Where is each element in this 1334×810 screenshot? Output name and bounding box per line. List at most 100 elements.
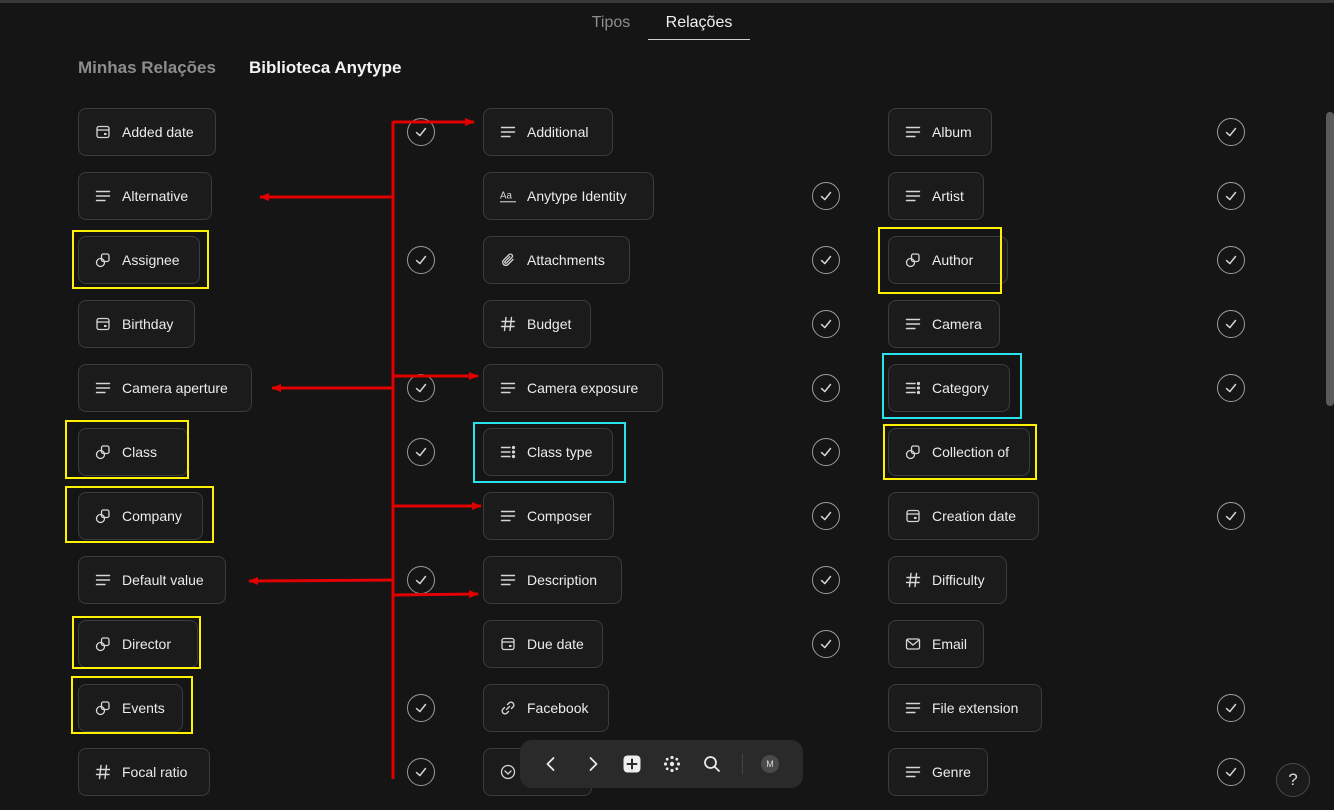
check-circle-icon[interactable] <box>407 374 435 402</box>
relation-chip-difficulty[interactable]: Difficulty <box>888 556 1007 604</box>
check-circle-icon[interactable] <box>812 310 840 338</box>
relation-label: Assignee <box>122 252 180 268</box>
check-circle-icon[interactable] <box>1217 374 1245 402</box>
bottom-navbar: M <box>520 740 803 788</box>
check-circle-icon[interactable] <box>812 374 840 402</box>
relation-chip-birthday[interactable]: Birthday <box>78 300 195 348</box>
relation-label: Genre <box>932 764 971 780</box>
relation-chip-facebook[interactable]: Facebook <box>483 684 609 732</box>
text-lines-icon <box>500 124 516 140</box>
relation-chip-artist[interactable]: Artist <box>888 172 984 220</box>
tab-anytype-library[interactable]: Biblioteca Anytype <box>249 58 401 78</box>
relation-label: Camera exposure <box>527 380 639 396</box>
check-circle-icon[interactable] <box>1217 246 1245 274</box>
relation-chip-default-value[interactable]: Default value <box>78 556 226 604</box>
relation-chip-due-date[interactable]: Due date <box>483 620 603 668</box>
relation-chip-events[interactable]: Events <box>78 684 183 732</box>
relation-chip-collection-of[interactable]: Collection of <box>888 428 1030 476</box>
relation-chip-added-date[interactable]: Added date <box>78 108 216 156</box>
arrow-to-default-value <box>248 576 394 585</box>
check-circle-icon[interactable] <box>1217 694 1245 722</box>
relation-label: Events <box>122 700 165 716</box>
check-circle-icon[interactable] <box>1217 118 1245 146</box>
relation-chip-camera-exposure[interactable]: Camera exposure <box>483 364 663 412</box>
relation-label: Company <box>122 508 182 524</box>
tab-my-relations[interactable]: Minhas Relações <box>78 58 216 78</box>
relation-label: Class <box>122 444 158 460</box>
avatar[interactable]: M <box>761 755 779 773</box>
relation-chip-camera-aperture[interactable]: Camera aperture <box>78 364 252 412</box>
help-button[interactable]: ? <box>1276 763 1310 797</box>
relation-chip-file-extension[interactable]: File extension <box>888 684 1042 732</box>
check-circle-icon[interactable] <box>1217 310 1245 338</box>
check-circle-icon[interactable] <box>812 566 840 594</box>
relation-chip-additional[interactable]: Additional <box>483 108 613 156</box>
relation-chip-camera[interactable]: Camera <box>888 300 1000 348</box>
tab-relations[interactable]: Relações <box>648 12 750 40</box>
relation-label: Alternative <box>122 188 189 204</box>
check-circle-icon[interactable] <box>407 438 435 466</box>
text-lines-icon <box>500 380 516 396</box>
relation-chip-class-type[interactable]: Class type <box>483 428 613 476</box>
check-circle-icon[interactable] <box>1217 502 1245 530</box>
relation-label: Birthday <box>122 316 174 332</box>
check-circle-icon[interactable] <box>407 758 435 786</box>
relation-chip-alternative[interactable]: Alternative <box>78 172 212 220</box>
forward-arrow-icon[interactable] <box>581 752 605 776</box>
relation-chip-director[interactable]: Director <box>78 620 198 668</box>
calendar-icon <box>95 316 111 332</box>
relation-label: Added date <box>122 124 194 140</box>
check-circle-icon[interactable] <box>1217 182 1245 210</box>
relation-chip-creation-date[interactable]: Creation date <box>888 492 1039 540</box>
check-circle-icon[interactable] <box>407 694 435 722</box>
paperclip-icon <box>500 252 516 268</box>
select-list-icon <box>905 380 921 396</box>
check-circle-icon[interactable] <box>812 438 840 466</box>
back-arrow-icon[interactable] <box>539 752 563 776</box>
hash-icon <box>905 572 921 588</box>
relation-chip-class[interactable]: Class <box>78 428 188 476</box>
navbar-divider <box>742 754 743 774</box>
graph-dots-icon[interactable] <box>660 752 684 776</box>
relation-chip-budget[interactable]: Budget <box>483 300 591 348</box>
relation-label: Email <box>932 636 968 652</box>
scrollbar-thumb[interactable] <box>1326 112 1334 406</box>
search-icon[interactable] <box>700 752 724 776</box>
relation-chip-genre[interactable]: Genre <box>888 748 988 796</box>
check-circle-icon[interactable] <box>407 118 435 146</box>
relation-chip-category[interactable]: Category <box>888 364 1010 412</box>
check-circle-icon[interactable] <box>812 502 840 530</box>
tab-types[interactable]: Tipos <box>586 12 636 40</box>
check-circle-icon[interactable] <box>812 630 840 658</box>
object-shapes-icon <box>905 252 921 268</box>
mail-icon <box>905 636 921 652</box>
check-circle-icon[interactable] <box>407 566 435 594</box>
text-lines-icon <box>95 572 111 588</box>
relation-chip-email[interactable]: Email <box>888 620 984 668</box>
relation-chip-description[interactable]: Description <box>483 556 622 604</box>
text-lines-icon <box>905 700 921 716</box>
text-lines-icon <box>95 380 111 396</box>
relation-chip-focal-ratio[interactable]: Focal ratio <box>78 748 210 796</box>
relation-chip-anytype-identity[interactable]: Aa Anytype Identity <box>483 172 654 220</box>
hash-icon <box>95 764 111 780</box>
relation-label: Collection of <box>932 444 1010 460</box>
relation-chip-album[interactable]: Album <box>888 108 992 156</box>
relation-chip-company[interactable]: Company <box>78 492 203 540</box>
plus-square-icon[interactable] <box>620 752 644 776</box>
relation-chip-composer[interactable]: Composer <box>483 492 614 540</box>
object-shapes-icon <box>95 508 111 524</box>
relation-label: Budget <box>527 316 572 332</box>
relation-chip-author[interactable]: Author <box>888 236 1008 284</box>
text-lines-icon <box>905 188 921 204</box>
relation-chip-assignee[interactable]: Assignee <box>78 236 200 284</box>
relation-label: Facebook <box>527 700 589 716</box>
check-circle-icon[interactable] <box>812 182 840 210</box>
check-circle-icon[interactable] <box>812 246 840 274</box>
relation-label: Category <box>932 380 989 396</box>
relation-label: Creation date <box>932 508 1017 524</box>
check-circle-icon[interactable] <box>1217 758 1245 786</box>
check-circle-icon[interactable] <box>407 246 435 274</box>
relation-label: Author <box>932 252 974 268</box>
relation-chip-attachments[interactable]: Attachments <box>483 236 630 284</box>
